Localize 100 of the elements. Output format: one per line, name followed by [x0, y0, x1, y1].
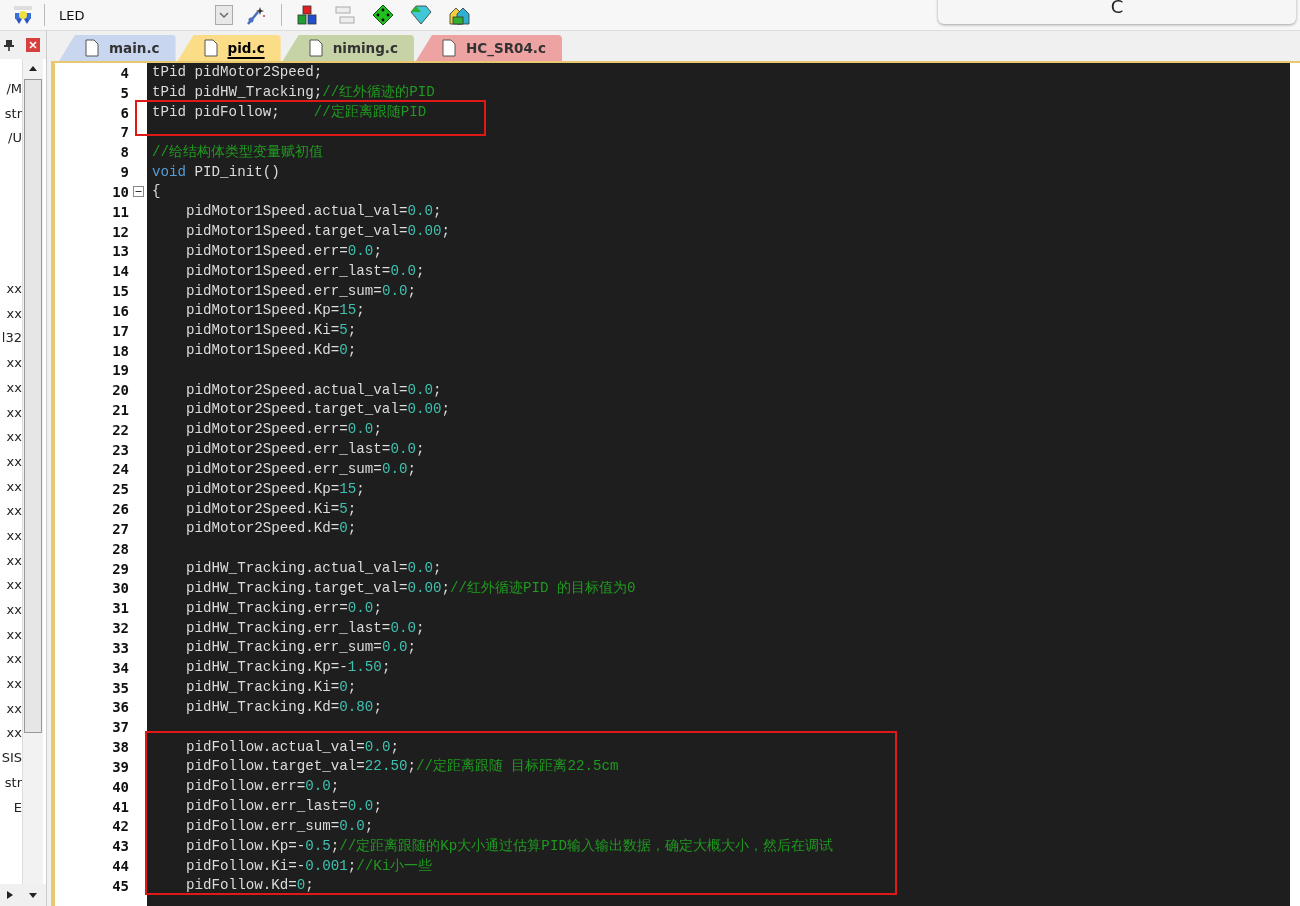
- line-number: 42: [112, 818, 129, 835]
- line-number: 30: [112, 580, 129, 597]
- line-number: 37: [112, 719, 129, 736]
- code-line: pidHW_Tracking.Kp=-1.50;: [185, 658, 391, 678]
- line-number: 32: [112, 620, 129, 637]
- code-line: pidMotor1Speed.err_sum=0.0;: [185, 281, 416, 301]
- file-icon: [203, 39, 218, 57]
- code-line: tPid pidHW_Tracking;//红外循迹的PID: [152, 83, 435, 103]
- line-number: 41: [112, 798, 129, 815]
- tree-item[interactable]: xx: [0, 523, 22, 549]
- code-line: pidMotor1Speed.err_last=0.0;: [185, 261, 425, 281]
- code-line: pidHW_Tracking.actual_val=0.0;: [185, 559, 442, 579]
- tree-item[interactable]: xx: [0, 277, 22, 302]
- line-number: 43: [112, 838, 129, 855]
- line-number: 24: [112, 461, 129, 478]
- line-number: 38: [112, 739, 129, 756]
- diamond-icon[interactable]: [372, 4, 394, 26]
- tree-item[interactable]: xx: [0, 647, 22, 673]
- file-icon: [85, 39, 99, 57]
- line-number: 23: [112, 441, 129, 458]
- line-number: 40: [112, 778, 129, 795]
- code-line: pidHW_Tracking.err_last=0.0;: [185, 618, 425, 638]
- code-line: pidHW_Tracking.Ki=0;: [185, 678, 357, 698]
- tree-item[interactable]: xx: [0, 598, 22, 623]
- tree-item[interactable]: xx: [0, 672, 22, 697]
- line-number: 27: [112, 520, 129, 537]
- line-number: 45: [112, 877, 129, 894]
- line-number: 13: [112, 243, 129, 260]
- code-line: pidMotor1Speed.target_val=0.00;: [185, 222, 450, 242]
- line-number: 15: [112, 283, 129, 299]
- line-number: 26: [112, 501, 129, 518]
- line-number: 12: [112, 223, 129, 240]
- tree-item[interactable]: xx: [0, 573, 22, 598]
- line-number: 10: [112, 183, 129, 200]
- line-number: 33: [112, 639, 129, 656]
- file-tab[interactable]: pid.c: [177, 35, 281, 61]
- code-line: pidFollow.target_val=22.50;//定距离跟随 目标距离22.5cm: [185, 757, 619, 777]
- tree-item[interactable]: xx: [0, 351, 22, 376]
- close-icon[interactable]: [26, 38, 40, 52]
- code-line: pidMotor2Speed.Kp=15;: [185, 479, 365, 499]
- tree-item[interactable]: xx: [0, 696, 22, 722]
- tree-item[interactable]: l32: [0, 326, 22, 352]
- file-icon: [308, 39, 323, 57]
- line-number: 20: [112, 382, 129, 399]
- line-number: 29: [112, 560, 129, 577]
- line-number: 19: [112, 362, 129, 379]
- code-line: pidFollow.Kp=-0.5;//定距离跟随的Kp大小通过估算PID输入输出数据，确定大概大小，然后在调试: [185, 836, 833, 856]
- code-line: pidMotor2Speed.Ki=5;: [185, 499, 357, 519]
- tree-item[interactable]: xx: [0, 548, 22, 574]
- tree-item[interactable]: xx: [0, 721, 22, 747]
- tree-item[interactable]: xx: [0, 301, 22, 327]
- line-number: 35: [112, 679, 129, 696]
- file-icon: [442, 39, 456, 57]
- code-line: pidFollow.Ki=-0.001;//Ki小一些: [185, 856, 433, 876]
- code-line: pidFollow.Kd=0;: [185, 876, 314, 896]
- code-line: pidHW_Tracking.Kd=0.80;: [185, 697, 382, 717]
- line-number: 7: [120, 124, 129, 141]
- code-line: pidMotor1Speed.Kd=0;: [185, 341, 357, 360]
- tree-item[interactable]: xx: [0, 425, 22, 450]
- code-line: pidHW_Tracking.err=0.0;: [185, 598, 382, 618]
- line-number: 36: [112, 699, 129, 716]
- line-number: 16: [112, 302, 129, 319]
- blocks-icon[interactable]: [296, 4, 318, 26]
- file-tab[interactable]: HC_SR04.c: [416, 35, 562, 61]
- funnel-icon[interactable]: [410, 4, 432, 26]
- line-number: 44: [112, 858, 129, 875]
- tree-item[interactable]: str: [0, 101, 22, 127]
- tree-item[interactable]: xx: [0, 375, 22, 401]
- tree-item[interactable]: str: [0, 770, 22, 796]
- tree-item[interactable]: /U: [0, 126, 22, 152]
- pin-icon[interactable]: [4, 39, 14, 51]
- tree-item[interactable]: xx: [0, 449, 22, 475]
- tree-item[interactable]: /M: [0, 77, 22, 102]
- collapse-icon[interactable]: [132, 186, 144, 198]
- line-number: 34: [112, 659, 129, 676]
- code-line: pidHW_Tracking.target_val=0.00;//红外循迹PID 的目标值为0: [185, 578, 636, 598]
- code-line: {: [152, 182, 161, 202]
- line-number: 11: [112, 203, 129, 220]
- popup-text: C: [1110, 0, 1124, 16]
- caret-icon[interactable]: [215, 5, 233, 25]
- tree-item[interactable]: xx: [0, 400, 22, 426]
- line-number: 25: [112, 481, 129, 498]
- load-icon[interactable]: [12, 5, 34, 25]
- code-line: pidMotor2Speed.Kd=0;: [185, 519, 357, 539]
- tree-item[interactable]: xx: [0, 622, 22, 648]
- tree-item[interactable]: xx: [0, 474, 22, 500]
- line-number: 22: [112, 421, 129, 438]
- code-line: pidMotor1Speed.Kp=15;: [185, 301, 365, 321]
- file-tab[interactable]: niming.c: [282, 35, 414, 61]
- file-tab[interactable]: main.c: [59, 35, 176, 61]
- line-number: 21: [112, 402, 129, 418]
- code-line: pidMotor2Speed.actual_val=0.0;: [185, 380, 442, 400]
- code-line: pidFollow.err_last=0.0;: [185, 797, 382, 817]
- line-number: 39: [112, 758, 129, 775]
- tree-item[interactable]: E: [0, 795, 22, 821]
- tree-item[interactable]: xx: [0, 499, 22, 524]
- code-line: pidMotor1Speed.err=0.0;: [185, 241, 382, 261]
- tree-item[interactable]: SIS: [0, 746, 22, 771]
- code-line: pidHW_Tracking.err_sum=0.0;: [185, 638, 416, 658]
- target-dropdown[interactable]: LED: [55, 4, 233, 26]
